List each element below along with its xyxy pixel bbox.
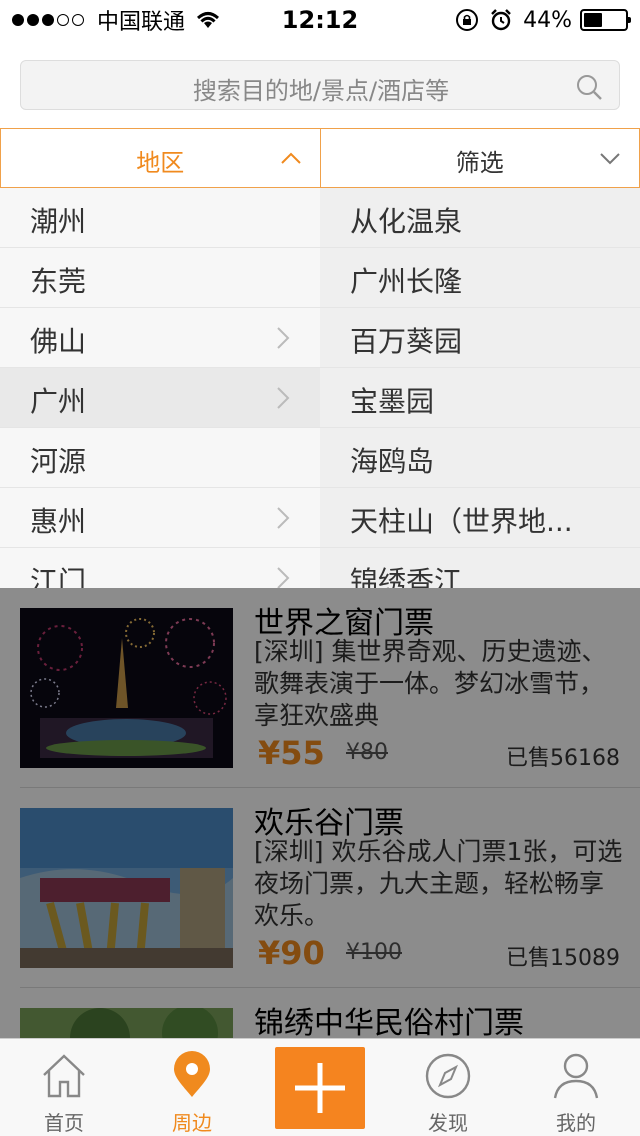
chevron-down-icon xyxy=(600,153,620,165)
chevron-right-icon xyxy=(277,387,290,409)
region-item-label: 河源 xyxy=(30,445,87,478)
tab-nearby-label: 周边 xyxy=(172,1111,212,1135)
spot-item[interactable]: 天柱山（世界地... xyxy=(320,488,640,548)
location-pin-icon xyxy=(174,1051,210,1097)
status-right: 44% xyxy=(455,6,631,34)
chevron-right-icon xyxy=(277,327,290,349)
region-item-label: 江门 xyxy=(30,565,87,588)
tab-discover-label: 发现 xyxy=(428,1111,468,1135)
chevron-right-icon xyxy=(277,567,290,588)
region-item[interactable]: 惠州 xyxy=(0,488,320,548)
region-item-label: 东莞 xyxy=(30,265,87,298)
region-item-label: 潮州 xyxy=(30,205,87,238)
search-bar-container: 搜索目的地/景点/酒店等 xyxy=(0,40,640,128)
tab-filter-label: 筛选 xyxy=(455,149,504,177)
search-input[interactable]: 搜索目的地/景点/酒店等 xyxy=(20,60,620,110)
tab-bar: 首页 周边 发现 我的 xyxy=(0,1038,640,1136)
region-item[interactable]: 佛山 xyxy=(0,308,320,368)
spot-item[interactable]: 锦绣香江 xyxy=(320,548,640,588)
battery-percent: 44% xyxy=(523,7,572,33)
tab-mine[interactable]: 我的 xyxy=(512,1039,640,1136)
region-item-label: 佛山 xyxy=(30,325,87,358)
search-icon[interactable] xyxy=(575,73,603,101)
tab-region[interactable]: 地区 xyxy=(0,128,321,188)
tab-home[interactable]: 首页 xyxy=(0,1039,128,1136)
search-placeholder: 搜索目的地/景点/酒店等 xyxy=(192,77,450,105)
tab-mine-label: 我的 xyxy=(556,1111,596,1135)
region-item-label: 惠州 xyxy=(30,505,87,538)
region-item[interactable]: 潮州 xyxy=(0,188,320,248)
region-item[interactable]: 东莞 xyxy=(0,248,320,308)
region-item-selected[interactable]: 广州 xyxy=(0,368,320,428)
tab-filter[interactable]: 筛选 xyxy=(320,128,640,188)
product-list: 世界之窗门票 [深圳] 集世界奇观、历史遗迹、歌舞表演于一体。梦幻冰雪节，享狂欢… xyxy=(0,588,640,1038)
region-item[interactable]: 江门 xyxy=(0,548,320,588)
region-list: 潮州 东莞 佛山 广州 河源 惠州 江门 xyxy=(0,188,320,588)
plus-icon xyxy=(295,1063,345,1113)
spot-item-label: 广州长隆 xyxy=(350,265,463,298)
spot-item-label: 锦绣香江 xyxy=(350,565,463,588)
spot-item[interactable]: 从化温泉 xyxy=(320,188,640,248)
spot-item-label: 从化温泉 xyxy=(350,205,463,238)
compass-icon xyxy=(425,1053,471,1099)
spot-item-label: 天柱山（世界地... xyxy=(350,505,573,538)
spot-item-label: 海鸥岛 xyxy=(350,445,435,478)
tab-home-label: 首页 xyxy=(44,1111,84,1135)
tab-region-label: 地区 xyxy=(136,149,185,177)
home-icon xyxy=(43,1054,85,1098)
spot-list: 从化温泉 广州长隆 百万葵园 宝墨园 海鸥岛 天柱山（世界地... 锦绣香江 xyxy=(320,188,640,588)
tab-nearby[interactable]: 周边 xyxy=(128,1039,256,1136)
rotation-lock-icon xyxy=(456,9,479,31)
spot-item[interactable]: 宝墨园 xyxy=(320,368,640,428)
spot-item[interactable]: 广州长隆 xyxy=(320,248,640,308)
region-item-label: 广州 xyxy=(30,385,87,418)
tab-discover[interactable]: 发现 xyxy=(384,1039,512,1136)
spot-item-label: 百万葵园 xyxy=(350,325,463,358)
spot-item[interactable]: 海鸥岛 xyxy=(320,428,640,488)
alarm-icon xyxy=(491,9,511,31)
user-icon xyxy=(553,1053,599,1099)
battery-icon xyxy=(580,9,631,31)
filter-tabs: 地区 筛选 xyxy=(0,128,640,188)
region-item[interactable]: 河源 xyxy=(0,428,320,488)
add-button[interactable] xyxy=(275,1047,365,1129)
dim-overlay[interactable] xyxy=(0,588,640,1038)
region-dropdown: 潮州 东莞 佛山 广州 河源 惠州 江门 从化温泉 广州长隆 百万葵园 宝墨园 … xyxy=(0,188,640,588)
spot-item[interactable]: 百万葵园 xyxy=(320,308,640,368)
spot-item-label: 宝墨园 xyxy=(350,385,435,418)
chevron-right-icon xyxy=(277,507,290,529)
chevron-up-icon xyxy=(280,152,301,164)
status-bar: 中国联通 12:12 44% xyxy=(0,0,640,40)
